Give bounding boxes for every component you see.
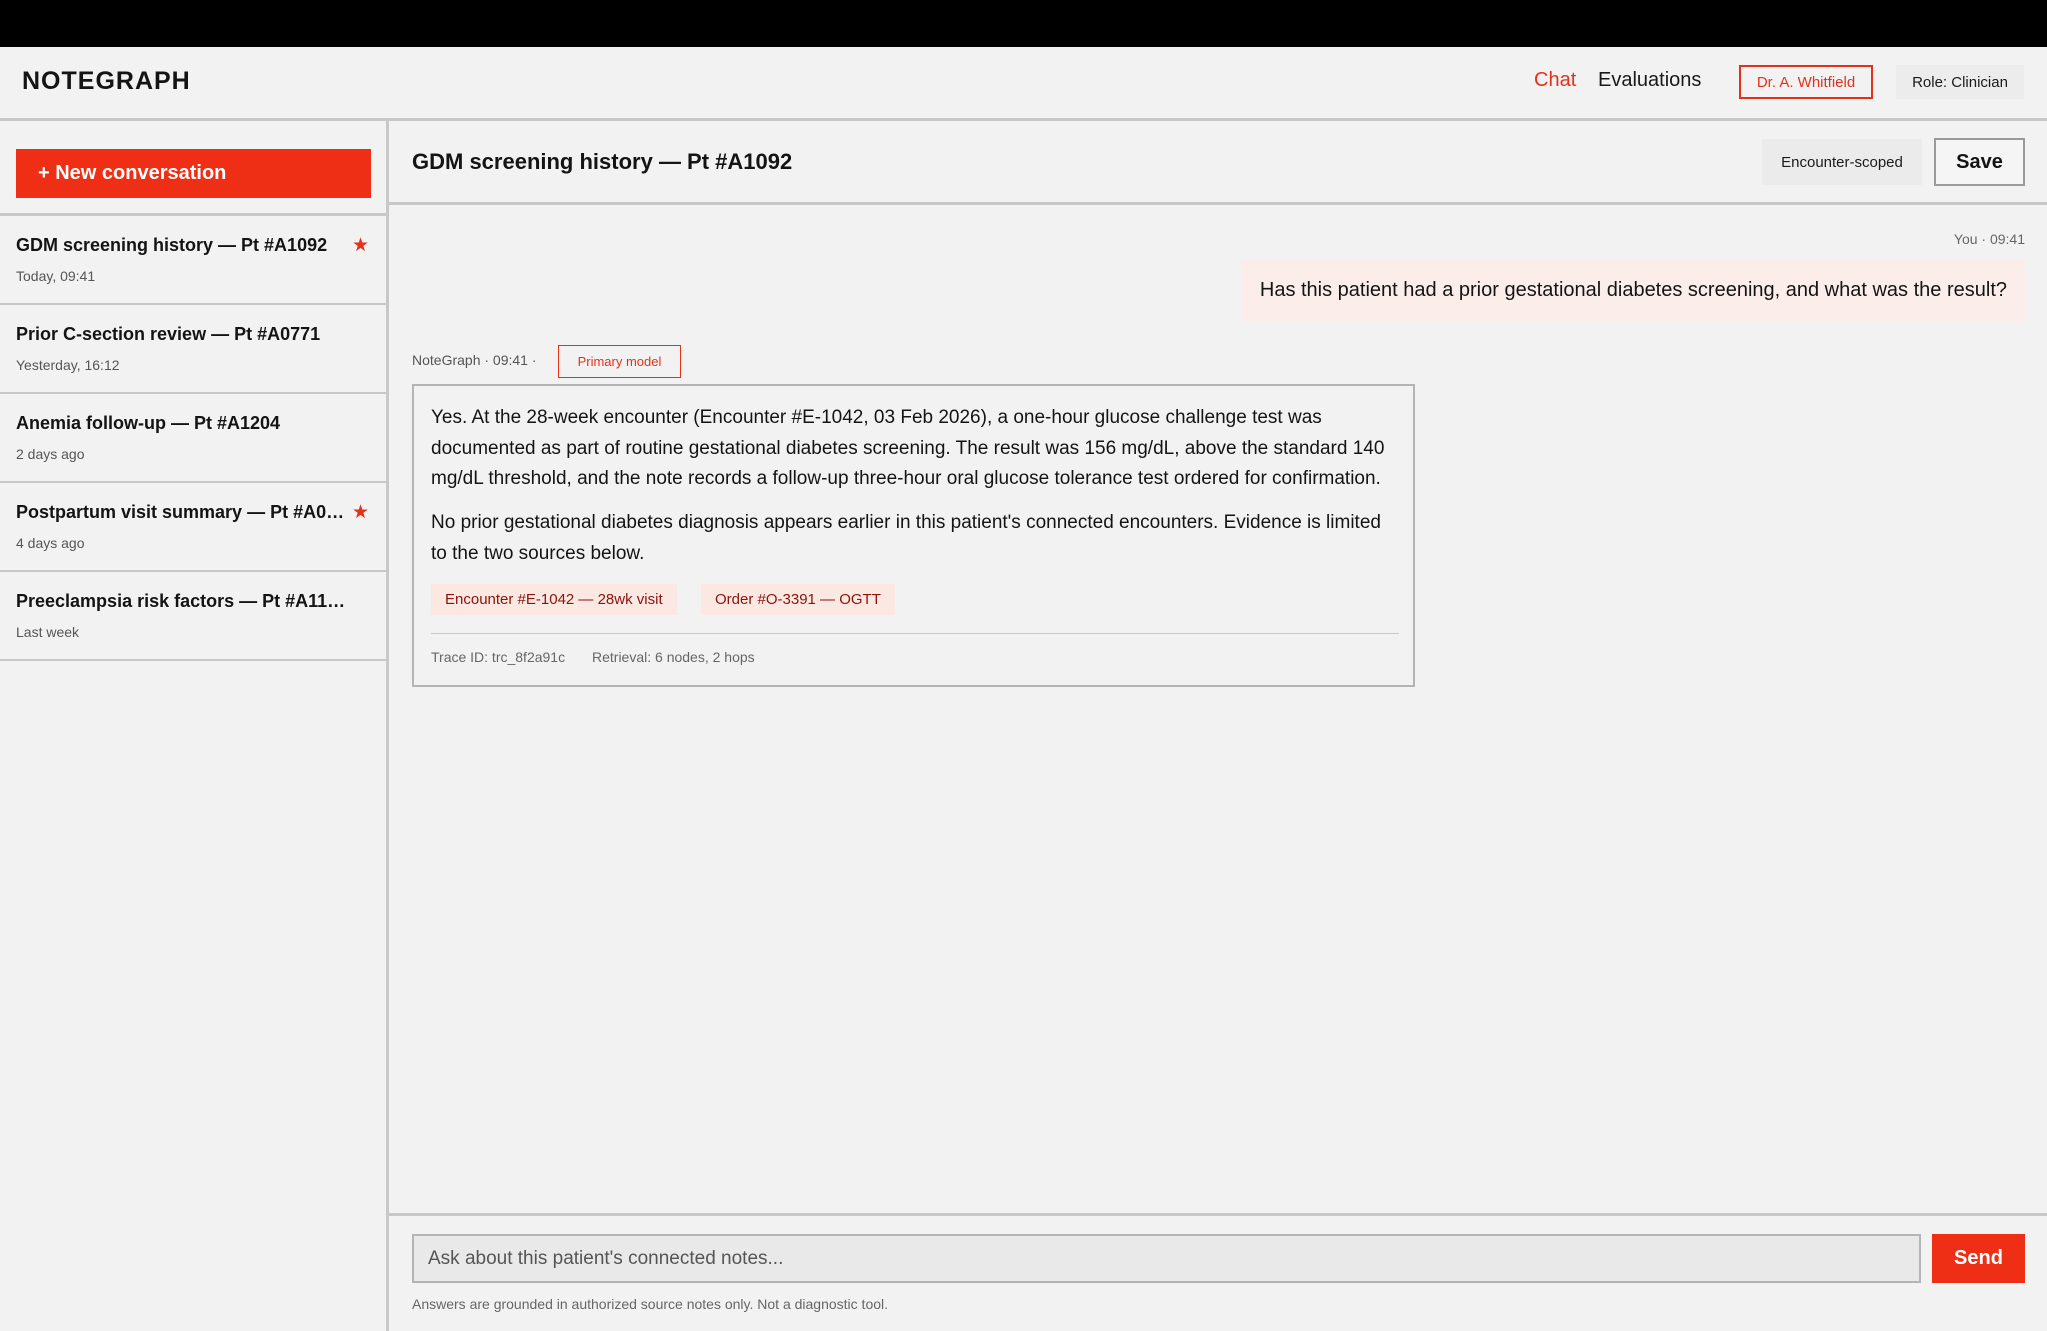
conversation-title: Anemia follow-up — Pt #A1204 [16, 413, 281, 433]
star-icon[interactable]: ★ [352, 234, 369, 257]
app-header: NOTEGRAPH Chat Evaluations Dr. A. Whitfi… [0, 47, 2047, 121]
send-button[interactable]: Send [1932, 1234, 2025, 1283]
scope-badge: Encounter-scoped [1762, 139, 1922, 185]
assistant-answer-card: Yes. At the 28-week encounter (Encounter… [412, 384, 1415, 687]
message-composer: Send Answers are grounded in authorized … [389, 1213, 2047, 1331]
conversation-time: Today, 09:41 [16, 268, 96, 284]
card-divider [431, 633, 1399, 634]
top-black-bar [0, 0, 2047, 47]
conversation-time: Last week [16, 624, 80, 640]
disclaimer-text: Answers are grounded in authorized sourc… [412, 1296, 889, 1312]
conversation-time: 2 days ago [16, 446, 85, 462]
conversation-header: GDM screening history — Pt #A1092 Encoun… [389, 121, 2047, 205]
conversation-title: Postpartum visit summary — Pt #A0935 [16, 502, 346, 522]
role-badge: Role: Clinician [1896, 65, 2024, 99]
user-message-meta: You · 09:41 [1953, 231, 2025, 247]
new-conversation-button[interactable]: + New conversation [16, 149, 371, 198]
model-badge: Primary model [558, 345, 681, 378]
user-account-button[interactable]: Dr. A. Whitfield [1739, 65, 1873, 99]
source-chip[interactable]: Encounter #E-1042 — 28wk visit [431, 584, 677, 615]
save-button[interactable]: Save [1934, 138, 2025, 186]
conversation-item[interactable]: Prior C-section review — Pt #A0771 Yeste… [0, 305, 386, 394]
source-chip[interactable]: Order #O-3391 — OGTT [701, 584, 895, 615]
conversation-item[interactable]: Preeclampsia risk factors — Pt #A1150 La… [0, 572, 386, 661]
conversation-item[interactable]: Anemia follow-up — Pt #A1204 2 days ago [0, 394, 386, 483]
trace-id: Trace ID: trc_8f2a91c [431, 649, 566, 665]
conversation-item[interactable]: GDM screening history — Pt #A1092 Today,… [0, 216, 386, 305]
nav-evaluations-link[interactable]: Evaluations [1598, 69, 1701, 92]
answer-paragraph: Yes. At the 28-week encounter (Encounter… [431, 407, 1385, 489]
nav-chat-link[interactable]: Chat [1534, 69, 1576, 92]
conversation-time: Yesterday, 16:12 [16, 357, 120, 373]
conversation-item[interactable]: Postpartum visit summary — Pt #A0935 4 d… [0, 483, 386, 572]
message-input[interactable] [412, 1234, 1921, 1283]
conversation-list: GDM screening history — Pt #A1092 Today,… [0, 213, 386, 661]
conversation-time: 4 days ago [16, 535, 85, 551]
retrieval-stats: Retrieval: 6 nodes, 2 hops [592, 649, 755, 665]
conversation-title: Preeclampsia risk factors — Pt #A1150 [16, 591, 346, 611]
user-message-bubble: Has this patient had a prior gestational… [1241, 259, 2025, 321]
conversation-sidebar: + New conversation GDM screening history… [0, 121, 389, 1331]
answer-paragraph: No prior gestational diabetes diagnosis … [431, 512, 1381, 564]
star-icon[interactable]: ★ [352, 501, 369, 524]
assistant-message-meta: NoteGraph · 09:41 · [412, 352, 537, 368]
conversation-title: Prior C-section review — Pt #A0771 [16, 324, 321, 344]
conversation-heading: GDM screening history — Pt #A1092 [412, 149, 793, 174]
conversation-title: GDM screening history — Pt #A1092 [16, 235, 328, 255]
app-logo: NOTEGRAPH [22, 67, 191, 95]
